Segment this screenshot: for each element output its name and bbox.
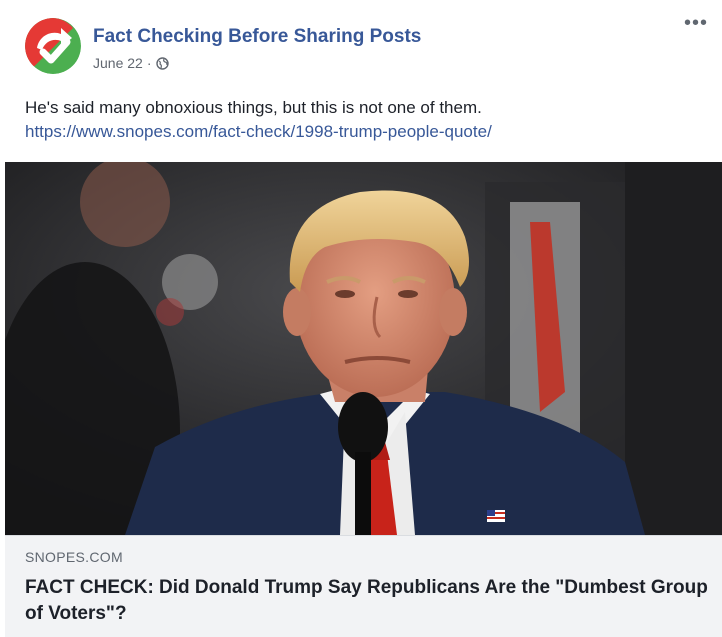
more-options-icon[interactable]: •••: [684, 13, 708, 33]
globe-icon[interactable]: [155, 56, 169, 70]
post-header: Fact Checking Before Sharing Posts June …: [0, 0, 722, 88]
link-domain: SNOPES.COM: [25, 549, 123, 565]
post-card: Fact Checking Before Sharing Posts June …: [0, 0, 722, 637]
link-preview-footer[interactable]: SNOPES.COM FACT CHECK: Did Donald Trump …: [5, 535, 722, 637]
post-url-link[interactable]: https://www.snopes.com/fact-check/1998-t…: [25, 120, 492, 144]
post-message: He's said many obnoxious things, but thi…: [25, 96, 492, 144]
checkmark-logo-icon: [25, 18, 81, 74]
post-date[interactable]: June 22: [93, 55, 143, 71]
page-name-link[interactable]: Fact Checking Before Sharing Posts: [93, 26, 421, 48]
link-title[interactable]: FACT CHECK: Did Donald Trump Say Republi…: [25, 575, 715, 627]
meta-separator: ·: [146, 55, 152, 71]
post-message-text: He's said many obnoxious things, but thi…: [25, 98, 482, 117]
link-preview-image[interactable]: [5, 162, 722, 535]
page-avatar[interactable]: [25, 18, 81, 74]
post-meta: June 22 ·: [93, 55, 169, 71]
